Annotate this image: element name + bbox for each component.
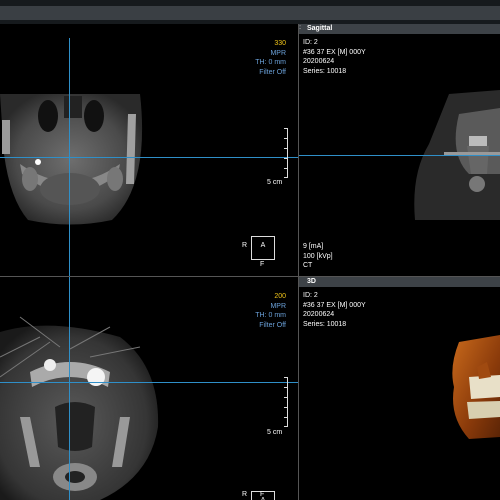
crosshair-horizontal[interactable] (0, 157, 298, 158)
viewport-3d[interactable]: 3D ID: 2 #36 37 EX [M] 000Y 20200624 Ser… (299, 277, 500, 500)
thickness-label: TH: 0 mm (255, 312, 286, 319)
orientation-left: R (242, 242, 248, 249)
series-label: Series: 10018 (303, 320, 347, 328)
slice-number: 200 (274, 293, 286, 300)
study-date: 20200624 (303, 58, 335, 65)
orientation-left: R (242, 491, 248, 498)
orientation-cube[interactable]: A (251, 236, 275, 260)
scale-label: 5 cm (267, 179, 283, 186)
viewport-divider-vertical[interactable] (298, 24, 299, 500)
top-toolbar (0, 0, 500, 24)
patient-name: #36 37 EX [M] 000Y (303, 301, 366, 309)
kvp-value: 100 [kVp] (303, 252, 333, 260)
acquisition-info: 9 [mA] 100 [kVp] CT (303, 242, 333, 271)
study-date: 20200624 (303, 311, 335, 318)
view-mode: MPR (270, 302, 286, 310)
filter-label: Filter Off (259, 68, 286, 76)
axial-info: 200 MPR TH: 0 mm Filter Off (255, 292, 286, 330)
patient-info: ID: 2 #36 37 EX [M] 000Y 20200624 Series… (303, 38, 366, 76)
modality-label: CT (303, 262, 313, 269)
coronal-info: 330 MPR TH: 0 mm Filter Off (255, 39, 286, 77)
crosshair-vertical[interactable] (69, 277, 70, 500)
orientation-bottom: F (260, 261, 265, 268)
crosshair-horizontal[interactable] (299, 155, 500, 156)
toolbar-strip (0, 6, 500, 20)
slice-number: 330 (274, 40, 286, 47)
ma-value: 9 [mA] (303, 243, 324, 250)
patient-name: #36 37 EX [M] 000Y (303, 48, 366, 56)
scale-label: 5 cm (267, 429, 283, 436)
view-mode: MPR (270, 49, 286, 57)
scale-bar (283, 377, 288, 427)
patient-info: ID: 2 #36 37 EX [M] 000Y 20200624 Series… (303, 291, 366, 329)
crosshair-horizontal[interactable] (0, 382, 298, 383)
patient-id: ID: 2 (303, 39, 318, 46)
scale-bar (283, 128, 288, 178)
patient-id: ID: 2 (303, 292, 318, 299)
orientation-bottom: F (260, 491, 265, 498)
thickness-label: TH: 0 mm (255, 59, 286, 66)
viewport-sagittal[interactable]: :: Sagittal ID: 2 #36 37 EX [M] 000Y 202… (299, 24, 500, 276)
viewport-coronal[interactable]: 330 MPR TH: 0 mm Filter Off 5 cm A R F (0, 24, 298, 276)
orientation-center: A (260, 242, 266, 249)
viewport-axial[interactable]: 200 MPR TH: 0 mm Filter Off 5 cm A R F (0, 277, 298, 500)
crosshair-vertical[interactable] (69, 38, 70, 276)
viewport-divider-horizontal[interactable] (0, 276, 500, 277)
filter-label: Filter Off (259, 321, 286, 329)
axial-ct-image (0, 316, 159, 500)
series-label: Series: 10018 (303, 67, 347, 75)
